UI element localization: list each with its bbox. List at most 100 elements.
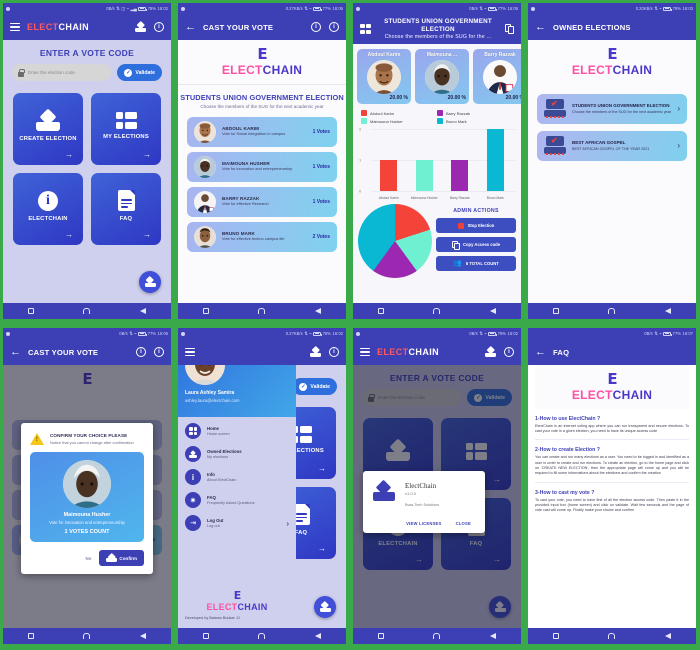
tile-create-election[interactable]: CREATE ELECTION → xyxy=(13,93,83,165)
tile-my-elections[interactable]: MY ELECTIONS → xyxy=(91,93,161,165)
stop-election-button[interactable]: Stop Election xyxy=(436,218,516,233)
menu-icon[interactable] xyxy=(185,346,195,358)
back-button[interactable] xyxy=(140,633,147,639)
back-button[interactable] xyxy=(140,308,147,314)
wifi-icon: ⌁ xyxy=(659,330,662,336)
grid-icon[interactable] xyxy=(360,24,371,34)
logo-wordmark: ELECTCHAIN xyxy=(571,387,653,402)
drawer-item-logout[interactable]: ⇥ Log Out Log out › xyxy=(185,515,289,531)
election-title: STUDENTS UNION GOVERNMENT ELECTION xyxy=(180,92,344,102)
home-button[interactable] xyxy=(433,633,441,639)
back-button[interactable] xyxy=(315,633,322,639)
recents-button[interactable] xyxy=(27,633,34,639)
document-icon xyxy=(117,190,135,211)
tile-electchain[interactable]: i ELECTCHAIN → xyxy=(13,173,83,245)
vote-code-input[interactable]: Enter the election code xyxy=(12,64,112,81)
drawer-item-owned-elections[interactable]: Owned Elections My elections xyxy=(185,446,289,462)
menu-icon[interactable] xyxy=(10,21,20,33)
account-fab[interactable] xyxy=(314,596,336,618)
candidate-card[interactable]: Barry Razzak 20.00 % xyxy=(473,49,521,104)
help-icon[interactable]: i xyxy=(154,347,164,357)
wifi-icon: ⌁ xyxy=(484,5,487,11)
sync-icon: ⇅ xyxy=(654,5,658,11)
status-bar: 0.27KB/s ⇅ ⌁ 77% 16:06 xyxy=(178,3,346,14)
account-ballot-icon[interactable] xyxy=(310,347,321,357)
candidate-row[interactable]: ABDOUL KARIM Vote for Social integration… xyxy=(187,116,337,147)
candidate-card[interactable]: Abdoul Karim 20.00 % xyxy=(357,49,411,104)
candidate-row[interactable]: MAIMOUNA HUSHER Vote for innovation and … xyxy=(187,151,337,182)
back-button[interactable] xyxy=(490,308,497,314)
status-battery: 77% xyxy=(147,331,157,336)
page-title: FAQ xyxy=(553,347,570,357)
status-battery: 77% xyxy=(497,6,507,11)
legend-item: Maimouna Husher xyxy=(361,118,437,124)
menu-icon[interactable] xyxy=(360,346,370,358)
home-button[interactable] xyxy=(258,633,266,639)
ballot-box-icon xyxy=(185,446,201,462)
back-button[interactable] xyxy=(490,633,497,639)
drawer-item-title: Log Out xyxy=(207,518,224,523)
info-icon[interactable]: i xyxy=(154,22,164,32)
recents-button[interactable] xyxy=(27,308,34,314)
drawer-item-info[interactable]: i Info About ElectChain xyxy=(185,469,289,485)
drawer-item-faq[interactable]: ✷ FAQ Frequently Asked Questions xyxy=(185,492,289,508)
back-button[interactable] xyxy=(315,308,322,314)
owned-election-row[interactable]: STUDENTS UNION GOVERNMENT ELECTION Choos… xyxy=(537,93,687,124)
confirm-button[interactable]: Confirm xyxy=(99,550,144,567)
recents-button[interactable] xyxy=(552,308,559,314)
tile-label: MY ELECTIONS xyxy=(103,134,149,140)
recents-button[interactable] xyxy=(377,633,384,639)
view-licenses-button[interactable]: VIEW LICENSES xyxy=(406,521,441,526)
ballot-box-icon xyxy=(319,602,331,612)
app-bar: ← CAST YOUR VOTE i i xyxy=(3,339,171,365)
info-icon[interactable]: i xyxy=(329,347,339,357)
validate-button[interactable]: ✓ Validate xyxy=(292,378,337,395)
avatar[interactable] xyxy=(185,365,225,385)
help-icon[interactable]: i xyxy=(329,22,339,32)
home-button[interactable] xyxy=(433,308,441,314)
validate-button[interactable]: ✓ Validate xyxy=(117,64,162,81)
info-icon[interactable]: i xyxy=(136,347,146,357)
total-count-button[interactable]: 👥 5 TOTAL COUNT xyxy=(436,256,516,271)
copy-icon[interactable] xyxy=(505,24,514,34)
info-icon[interactable]: i xyxy=(311,22,321,32)
recents-button[interactable] xyxy=(377,308,384,314)
home-button[interactable] xyxy=(83,308,91,314)
copy-access-code-button[interactable]: Copy Access code xyxy=(436,237,516,252)
home-button[interactable] xyxy=(83,633,91,639)
back-button[interactable] xyxy=(665,633,672,639)
home-button[interactable] xyxy=(608,633,616,639)
recents-button[interactable] xyxy=(202,308,209,314)
panel-faq: 0B/s ⇅ ⌁ 77% 16:07 ← FAQ E ELECTCHAIN 1-… xyxy=(525,325,700,650)
recents-button[interactable] xyxy=(552,633,559,639)
home-button[interactable] xyxy=(258,308,266,314)
tile-label: CREATE ELECTION xyxy=(19,135,77,142)
info-icon[interactable]: i xyxy=(504,347,514,357)
account-ballot-icon[interactable] xyxy=(135,22,146,32)
recents-button[interactable] xyxy=(202,633,209,639)
drawer-item-home[interactable]: Home Home screen xyxy=(185,423,289,439)
back-arrow-icon[interactable]: ← xyxy=(535,21,546,33)
candidate-row[interactable]: BRUNO MARK Vote for effective techno cam… xyxy=(187,221,337,252)
account-ballot-icon[interactable] xyxy=(485,347,496,357)
candidate-row[interactable]: BARRY RAZZAK Vote for effective Research… xyxy=(187,186,337,217)
close-button[interactable]: CLOSE xyxy=(456,521,471,526)
election-subtitle: Choose the members of the SUG for the ne… xyxy=(200,103,324,109)
no-button[interactable]: No xyxy=(86,556,92,561)
ballot-box-icon xyxy=(544,136,566,155)
tile-faq[interactable]: FAQ → xyxy=(91,173,161,245)
back-arrow-icon[interactable]: ← xyxy=(10,346,21,358)
back-arrow-icon[interactable]: ← xyxy=(535,346,546,358)
back-button[interactable] xyxy=(665,308,672,314)
app-bar: ← FAQ xyxy=(528,339,696,365)
account-fab[interactable] xyxy=(139,271,161,293)
ballot-box-icon xyxy=(144,277,156,287)
owned-election-row[interactable]: BEST AFRICAN GOSPEL BEST AFRICAN GOSPEL … xyxy=(537,130,687,161)
arrow-icon: → xyxy=(318,464,326,473)
home-button[interactable] xyxy=(608,308,616,314)
back-arrow-icon[interactable]: ← xyxy=(185,21,196,33)
arrow-icon: → xyxy=(143,150,151,159)
status-time: 16:07 xyxy=(682,331,693,336)
candidate-card[interactable]: Maimouna ... 20.00 % xyxy=(415,49,469,104)
about-dialog: ElectChain v1.0.0 Bvas Tech Solutions VI… xyxy=(363,471,485,533)
